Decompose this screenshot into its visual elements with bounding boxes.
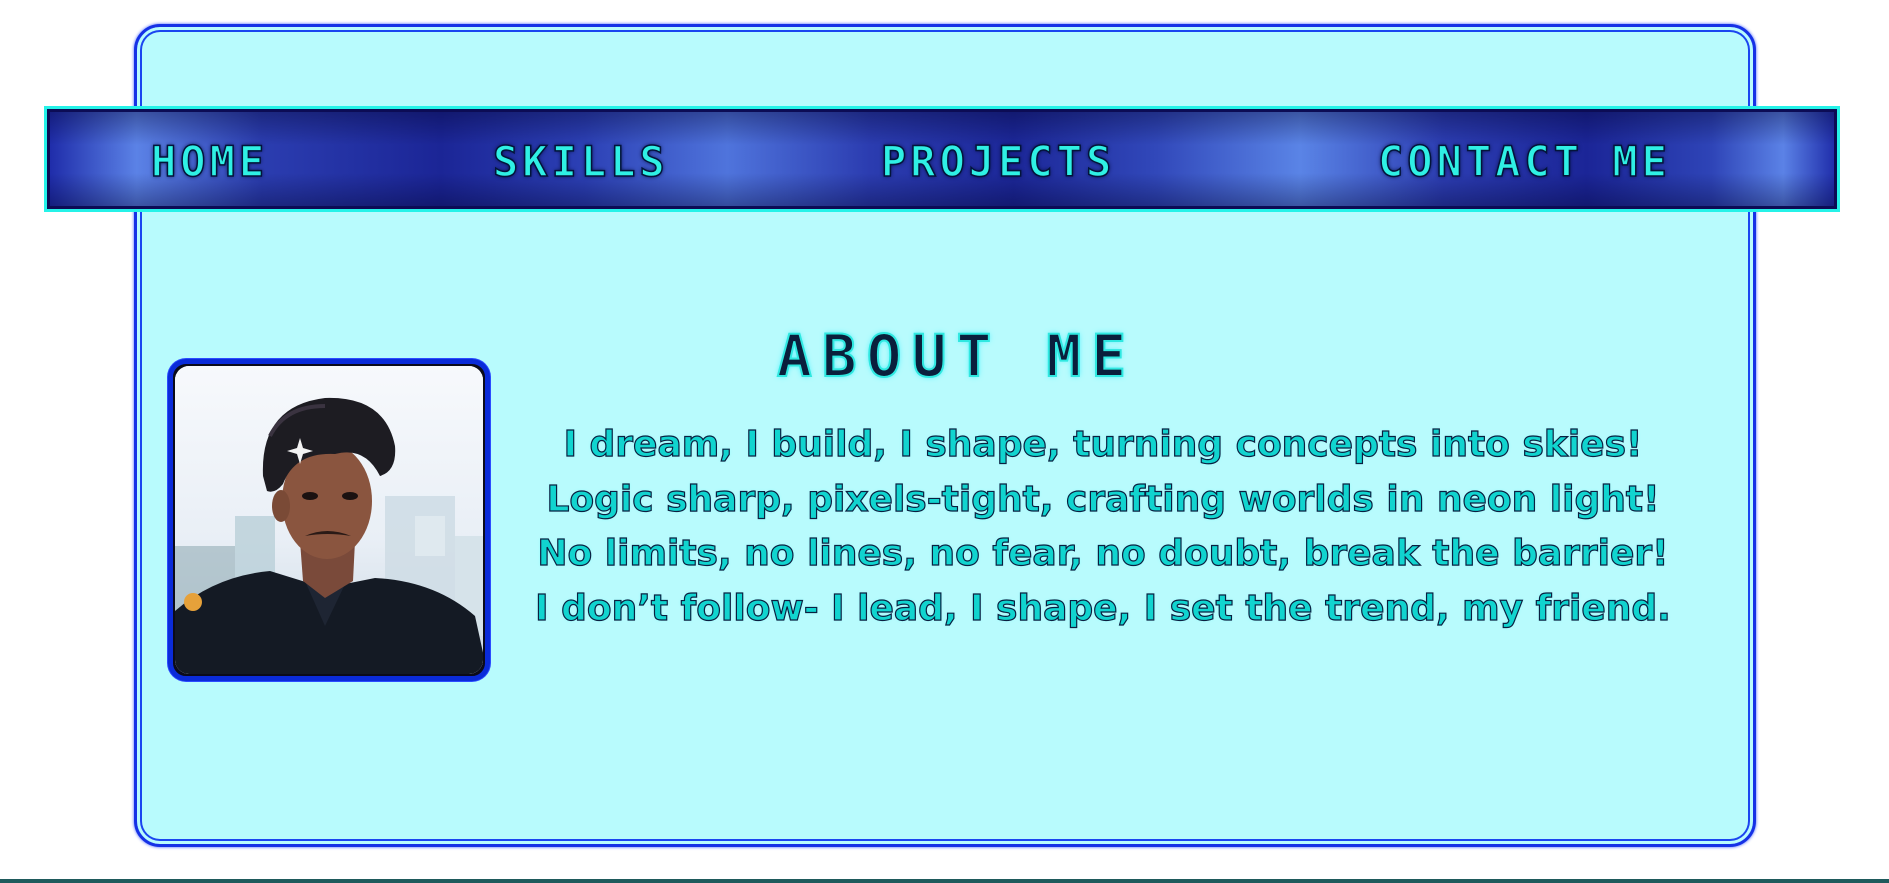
bio-line: Logic sharp, pixels-tight, crafting worl… (546, 478, 1660, 520)
bio-line: I dream, I build, I shape, turning conce… (563, 423, 1643, 465)
nav-skills-link[interactable]: SKILLS (492, 140, 669, 184)
nav-contact-link[interactable]: CONTACT ME (1377, 140, 1671, 184)
bio-line: I don’t follow- I lead, I shape, I set t… (535, 587, 1672, 629)
navbar: HOME SKILLS PROJECTS CONTACT ME (44, 106, 1840, 212)
bio-line: No limits, no lines, no fear, no doubt, … (537, 532, 1669, 574)
nav-projects-link[interactable]: PROJECTS (880, 140, 1115, 184)
profile-photo-image (175, 366, 483, 674)
profile-photo (168, 359, 490, 681)
nav-home-link[interactable]: HOME (150, 140, 268, 184)
about-bio: I dream, I build, I shape, turning conce… (508, 418, 1698, 636)
footer-divider (0, 879, 1889, 883)
portrait-illustration (175, 366, 483, 674)
